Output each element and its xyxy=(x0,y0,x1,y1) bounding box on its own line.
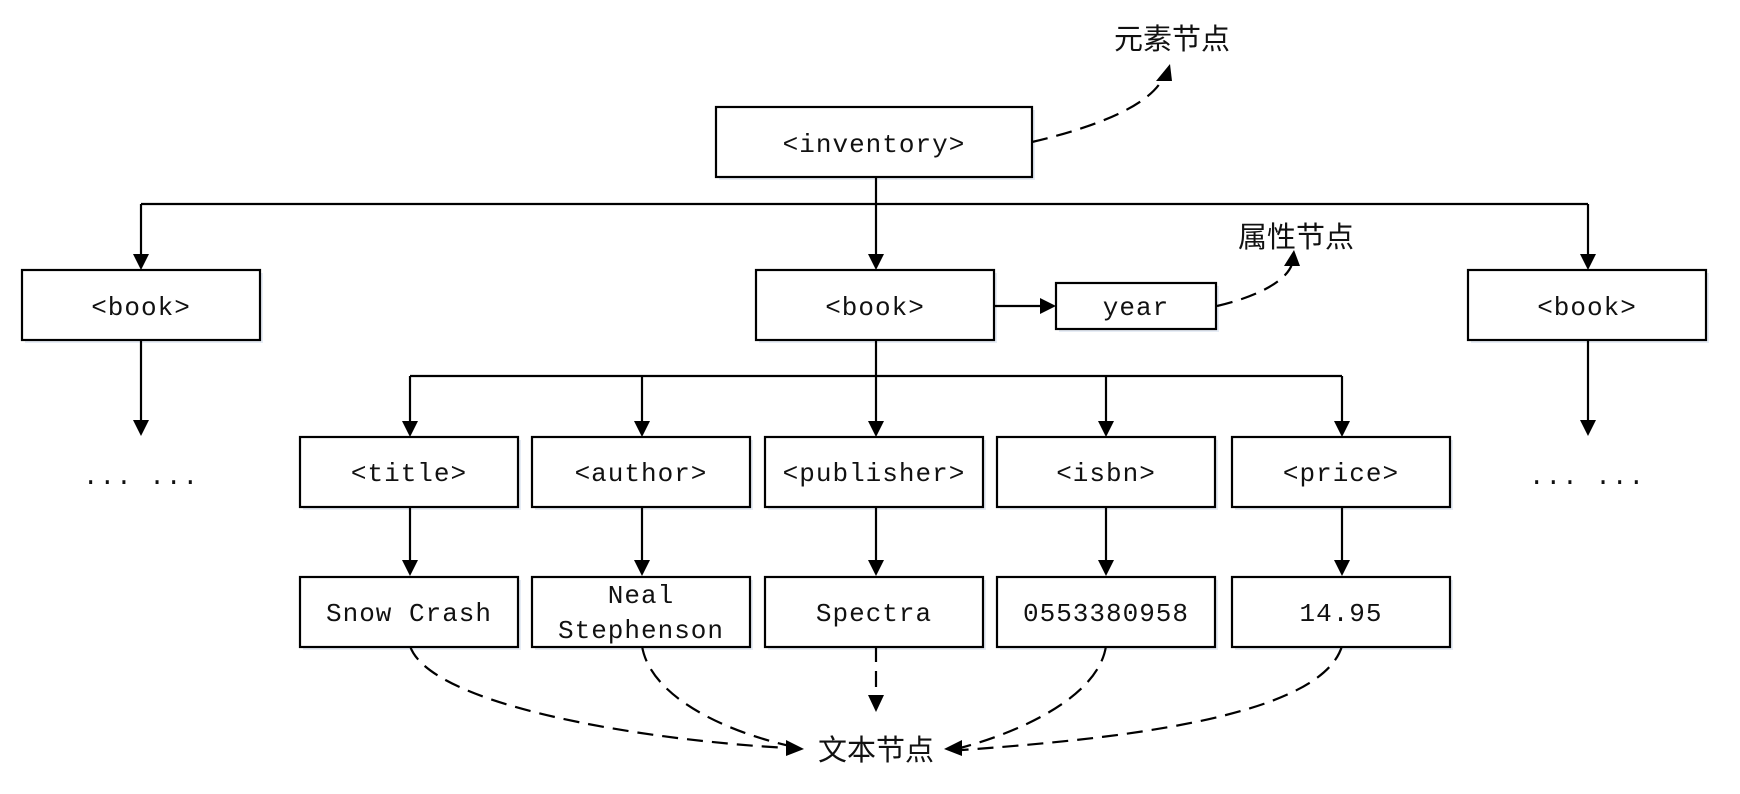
node-title: <title> xyxy=(298,435,520,509)
value-author-line-2: Stephenson xyxy=(558,616,724,646)
node-price: <price> xyxy=(1230,435,1452,509)
value-isbn: 0553380958 xyxy=(995,575,1217,649)
node-title-label: <title> xyxy=(351,459,467,489)
value-title-text: Snow Crash xyxy=(326,599,492,629)
ellipsis-left: ... ... xyxy=(83,462,199,492)
ellipsis-right: ... ... xyxy=(1529,462,1645,492)
node-inventory: <inventory> xyxy=(714,105,1034,179)
node-book-left: <book> xyxy=(20,268,262,342)
node-publisher-label: <publisher> xyxy=(783,459,966,489)
value-publisher: Spectra xyxy=(763,575,985,649)
value-author-line-1: Neal xyxy=(608,581,674,611)
node-book-center-label: <book> xyxy=(825,293,925,323)
value-isbn-text: 0553380958 xyxy=(1023,599,1189,629)
value-price-text: 14.95 xyxy=(1299,599,1382,629)
box-shadows xyxy=(25,110,1709,650)
node-attribute-year: year xyxy=(1054,281,1218,331)
node-isbn: <isbn> xyxy=(995,435,1217,509)
label-attribute-node: 属性节点 xyxy=(1238,220,1354,254)
value-title: Snow Crash xyxy=(298,575,520,649)
node-publisher: <publisher> xyxy=(763,435,985,509)
node-book-right-label: <book> xyxy=(1537,293,1637,323)
xml-tree-diagram: <inventory> <book> <book> year <book> <t… xyxy=(20,22,1709,767)
node-book-center: <book> xyxy=(754,268,996,342)
value-author: Neal Stephenson xyxy=(530,575,752,649)
node-attribute-year-label: year xyxy=(1103,293,1169,323)
label-text-node: 文本节点 xyxy=(818,733,934,767)
label-element-node: 元素节点 xyxy=(1114,22,1230,56)
value-price: 14.95 xyxy=(1230,575,1452,649)
node-price-label: <price> xyxy=(1283,459,1399,489)
tree-connectors xyxy=(133,178,1596,576)
node-author: <author> xyxy=(530,435,752,509)
node-inventory-label: <inventory> xyxy=(783,130,966,160)
node-author-label: <author> xyxy=(575,459,708,489)
node-book-left-label: <book> xyxy=(91,293,191,323)
node-book-right: <book> xyxy=(1466,268,1708,342)
value-publisher-text: Spectra xyxy=(816,599,932,629)
node-isbn-label: <isbn> xyxy=(1056,459,1156,489)
